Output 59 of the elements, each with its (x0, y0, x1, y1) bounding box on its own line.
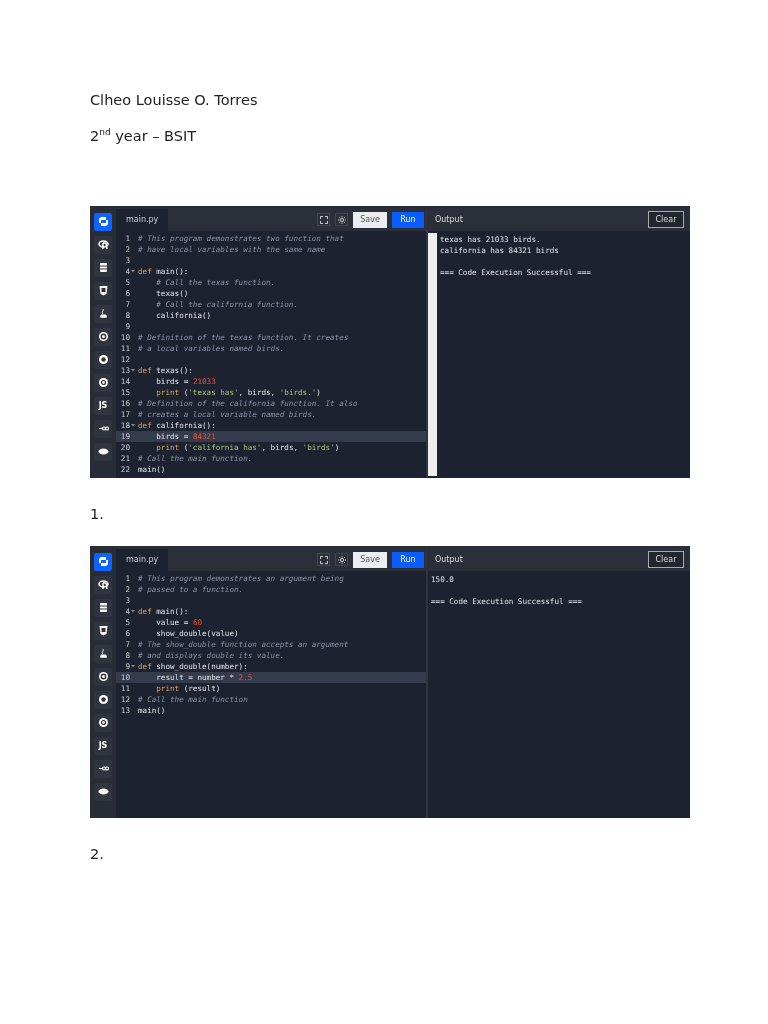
language-button[interactable] (94, 644, 112, 663)
sun-icon (337, 215, 346, 224)
fullscreen-button[interactable] (317, 553, 330, 567)
output-title: Output (435, 215, 463, 225)
language-button[interactable] (94, 667, 112, 686)
oval-icon (97, 786, 109, 798)
ring-icon (97, 717, 109, 729)
language-button[interactable]: JS (94, 396, 112, 415)
language-button[interactable] (94, 621, 112, 640)
ring-icon (97, 331, 109, 343)
fullscreen-button[interactable] (317, 213, 330, 227)
language-button[interactable] (94, 759, 112, 778)
letter-r-icon (97, 239, 109, 251)
expand-icon (319, 215, 328, 224)
scrollbar[interactable] (428, 232, 437, 476)
language-button[interactable] (94, 304, 112, 323)
language-button[interactable] (94, 235, 112, 254)
theme-button[interactable] (335, 213, 348, 227)
language-button[interactable] (94, 598, 112, 617)
run-button[interactable]: Run (392, 551, 424, 568)
language-button[interactable] (94, 350, 112, 369)
language-button[interactable] (94, 575, 112, 594)
language-button[interactable] (94, 327, 112, 346)
language-button[interactable] (94, 782, 112, 801)
language-button[interactable] (94, 552, 112, 571)
shield-icon (97, 285, 109, 297)
theme-button[interactable] (335, 553, 348, 567)
file-tab[interactable]: main.py (116, 548, 169, 571)
figure-number: 1. (90, 504, 105, 524)
language-button[interactable] (94, 690, 112, 709)
ring-icon (97, 671, 109, 683)
language-button[interactable] (94, 419, 112, 438)
letter-r-icon (97, 579, 109, 591)
database-icon (97, 262, 109, 274)
clear-button[interactable]: Clear (648, 211, 684, 229)
expand-icon (319, 555, 328, 564)
language-button[interactable] (94, 258, 112, 277)
sun-icon (337, 555, 346, 564)
clear-button[interactable]: Clear (648, 551, 684, 569)
language-button[interactable] (94, 713, 112, 732)
language-button[interactable] (94, 373, 112, 392)
ring-icon (97, 694, 109, 706)
language-button[interactable]: JS (94, 736, 112, 755)
oval-icon (97, 446, 109, 458)
language-button[interactable] (94, 212, 112, 231)
language-button[interactable] (94, 442, 112, 461)
save-button[interactable]: Save (353, 211, 387, 228)
database-icon (97, 602, 109, 614)
figure-number: 2. (90, 844, 105, 864)
run-button[interactable]: Run (392, 211, 424, 228)
file-tab[interactable]: main.py (116, 208, 169, 231)
save-button[interactable]: Save (353, 551, 387, 568)
year-level: 2$^{nd}$ year – BSIT (90, 126, 198, 146)
ring-icon (97, 354, 109, 366)
shield-icon (97, 625, 109, 637)
ring-icon (97, 377, 109, 389)
output-title: Output (435, 555, 463, 565)
language-button[interactable] (94, 281, 112, 300)
author-name: Clheo Louisse O. Torres (90, 91, 259, 110)
